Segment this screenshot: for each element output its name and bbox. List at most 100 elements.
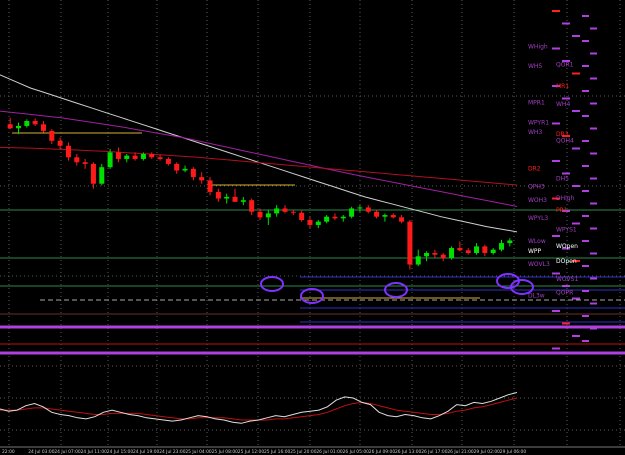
candle-body-26 [224,196,230,199]
level-label-19: WOpen [556,243,578,250]
pivot-marker-24 [552,310,560,312]
candle-body-10 [90,163,96,184]
candle-body-9 [82,162,88,164]
level-label-22: WOVL3 [528,261,550,268]
level-label-8: WH3 [528,129,542,136]
candle-body-19 [165,158,171,164]
pivot-marker-b-19 [590,252,597,255]
pivot-marker-5 [572,72,580,75]
pivot-marker-b-1 [590,27,597,30]
level-label-16: WPYL3 [528,215,548,222]
x-tick-label-0: 22:00 [2,449,15,455]
candle-body-24 [207,180,213,192]
x-tick-label-4: 24 Jul 15:00 [107,449,134,455]
pivot-marker-b-26 [582,340,589,342]
pivot-marker-b-16 [582,215,589,217]
candle-body-52 [440,254,446,258]
pivot-marker-b-22 [582,290,589,292]
candle-body-40 [340,216,346,219]
candle-body-21 [182,168,188,171]
x-tick-label-19: 29 Jul 06:00 [500,449,527,455]
pivot-marker-b-9 [590,127,597,130]
pivot-marker-9 [552,122,560,125]
pivot-marker-18 [552,235,560,237]
candle-body-4 [40,124,46,131]
candle-body-27 [232,196,238,202]
candle-body-56 [474,246,480,253]
level-label-2: WH5 [528,63,542,70]
pivot-marker-27 [552,347,560,350]
x-tick-label-16: 26 Jul 17:00 [421,449,448,455]
pivot-marker-b-18 [582,240,589,242]
pivot-marker-b-11 [590,152,597,155]
candle-body-59 [499,243,505,250]
candle-body-18 [157,157,163,159]
candle-body-47 [399,217,405,222]
candle-body-34 [290,211,296,213]
pivot-marker-b-23 [590,302,597,305]
candle-body-49 [415,256,421,265]
level-label-18: WLow [528,238,546,245]
candle-body-6 [57,140,63,146]
pivot-marker-3 [552,47,560,50]
candle-body-2 [24,121,30,126]
x-tick-label-14: 26 Jul 09:00 [369,449,396,455]
candle-body-53 [449,248,455,258]
pivot-marker-b-12 [582,165,589,167]
pivot-marker-25 [562,322,570,325]
x-tick-label-6: 24 Jul 23:00 [159,449,186,455]
pivot-marker-0 [552,10,560,12]
candle-body-60 [507,240,513,244]
x-tick-label-12: 26 Jul 01:00 [316,449,343,455]
pivot-marker-b-3 [590,52,597,55]
pivot-marker-14 [572,185,580,187]
pivot-marker-b-5 [590,77,597,80]
candle-body-16 [140,154,146,159]
candle-body-30 [257,211,263,218]
candle-body-22 [190,168,196,178]
candle-body-46 [390,215,396,218]
level-label-12: QPH3 [528,184,545,191]
candle-body-15 [132,155,138,159]
candle-body-11 [99,167,105,184]
x-tick-label-3: 24 Jul 11:00 [81,449,108,455]
candle-body-58 [490,249,496,253]
candle-body-38 [324,216,330,222]
pivot-marker-b-15 [590,202,597,205]
candle-body-20 [174,163,180,171]
level-label-11: DH5 [556,175,569,182]
x-tick-label-18: 29 Jul 02:00 [474,449,501,455]
pivot-marker-13 [562,172,570,175]
level-label-25: QOPR [556,289,573,296]
candle-body-48 [407,221,413,265]
level-label-21: DOpen [556,258,577,265]
level-label-5: WH4 [556,101,570,108]
x-tick-label-7: 25 Jul 04:00 [185,449,212,455]
candle-body-55 [465,250,471,253]
level-label-14: WOH3 [528,197,547,204]
pivot-marker-b-7 [590,102,597,105]
x-tick-label-9: 25 Jul 12:00 [238,449,265,455]
pivot-marker-b-17 [590,227,597,230]
candle-body-12 [107,152,113,168]
x-tick-label-11: 25 Jul 20:00 [290,449,317,455]
level-label-0: WHigh [528,43,548,50]
level-label-13: DHigh [556,195,575,202]
pivot-marker-b-27 [590,352,597,355]
pivot-marker-12 [552,160,560,162]
candle-body-50 [424,253,430,257]
candle-body-25 [215,191,221,199]
pivot-marker-b-10 [582,140,589,142]
pivot-marker-b-4 [582,65,589,67]
candle-body-7 [65,145,71,158]
candle-body-8 [74,157,80,163]
candle-body-31 [265,213,271,218]
pivot-marker-b-6 [582,90,589,92]
pivot-marker-b-8 [582,115,589,117]
candle-body-54 [457,248,463,251]
candle-body-42 [357,207,363,209]
candle-body-35 [299,212,305,220]
level-label-15: PR1 [556,207,568,214]
candle-body-41 [349,208,355,217]
pivot-marker-17 [572,222,580,225]
